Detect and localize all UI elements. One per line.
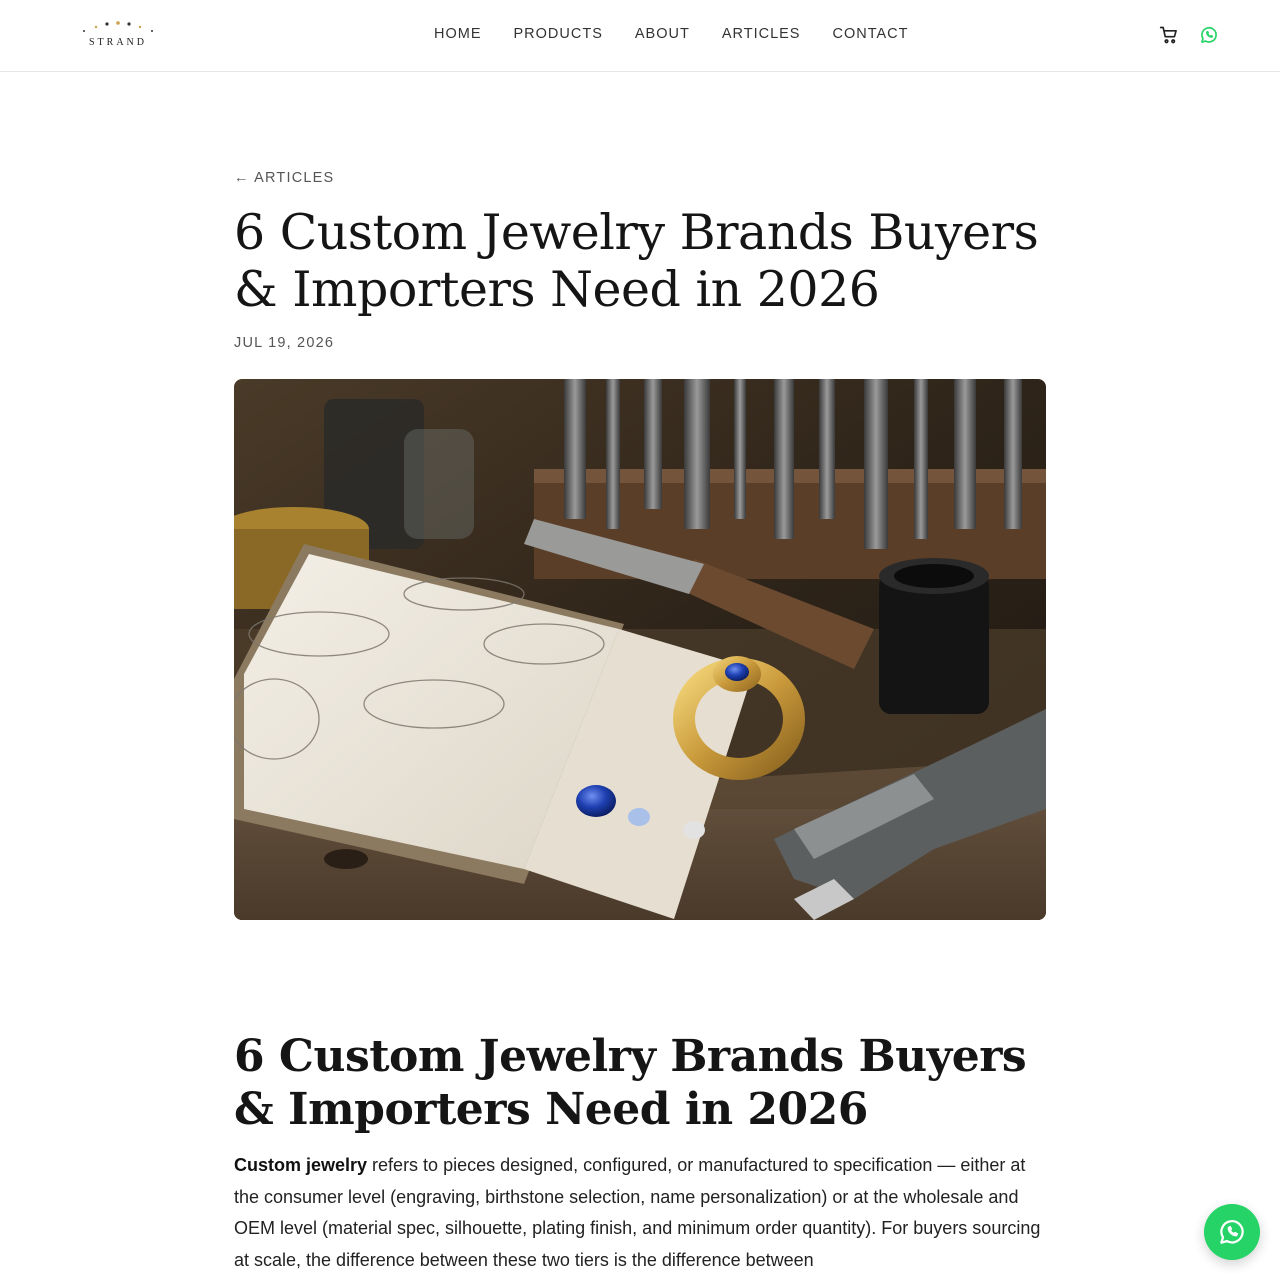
article-title: 6 Custom Jewelry Brands Buyers & Importe… — [234, 204, 1039, 318]
nav-contact[interactable]: CONTACT — [816, 24, 924, 44]
site-header: STRAND HOME PRODUCTS ABOUT ARTICLES CONT… — [0, 0, 1280, 72]
main-navigation: HOME PRODUCTS ABOUT ARTICLES CONTACT — [418, 24, 925, 44]
back-to-articles-link[interactable]: ← ARTICLES — [234, 170, 334, 186]
nav-about[interactable]: ABOUT — [619, 24, 706, 44]
article-date: JUL 19, 2026 — [234, 335, 335, 351]
header-actions — [1158, 24, 1220, 46]
logo-dots-icon — [83, 21, 153, 32]
whatsapp-fab-icon — [1220, 1220, 1244, 1244]
whatsapp-chat-button[interactable] — [1204, 1204, 1260, 1260]
intro-paragraph: Custom jewelry refers to pieces designed… — [234, 1150, 1052, 1276]
brand-name: STRAND — [88, 37, 147, 48]
intro-bold-term: Custom jewelry — [234, 1155, 368, 1175]
cart-icon[interactable] — [1158, 24, 1180, 46]
body-heading: 6 Custom Jewelry Brands Buyers & Importe… — [234, 1031, 1027, 1135]
brand-logo[interactable]: STRAND — [80, 18, 156, 52]
nav-articles[interactable]: ARTICLES — [706, 24, 817, 44]
hero-image — [234, 379, 1046, 920]
nav-products[interactable]: PRODUCTS — [498, 24, 619, 44]
whatsapp-icon[interactable] — [1198, 24, 1220, 46]
nav-home[interactable]: HOME — [418, 24, 498, 44]
